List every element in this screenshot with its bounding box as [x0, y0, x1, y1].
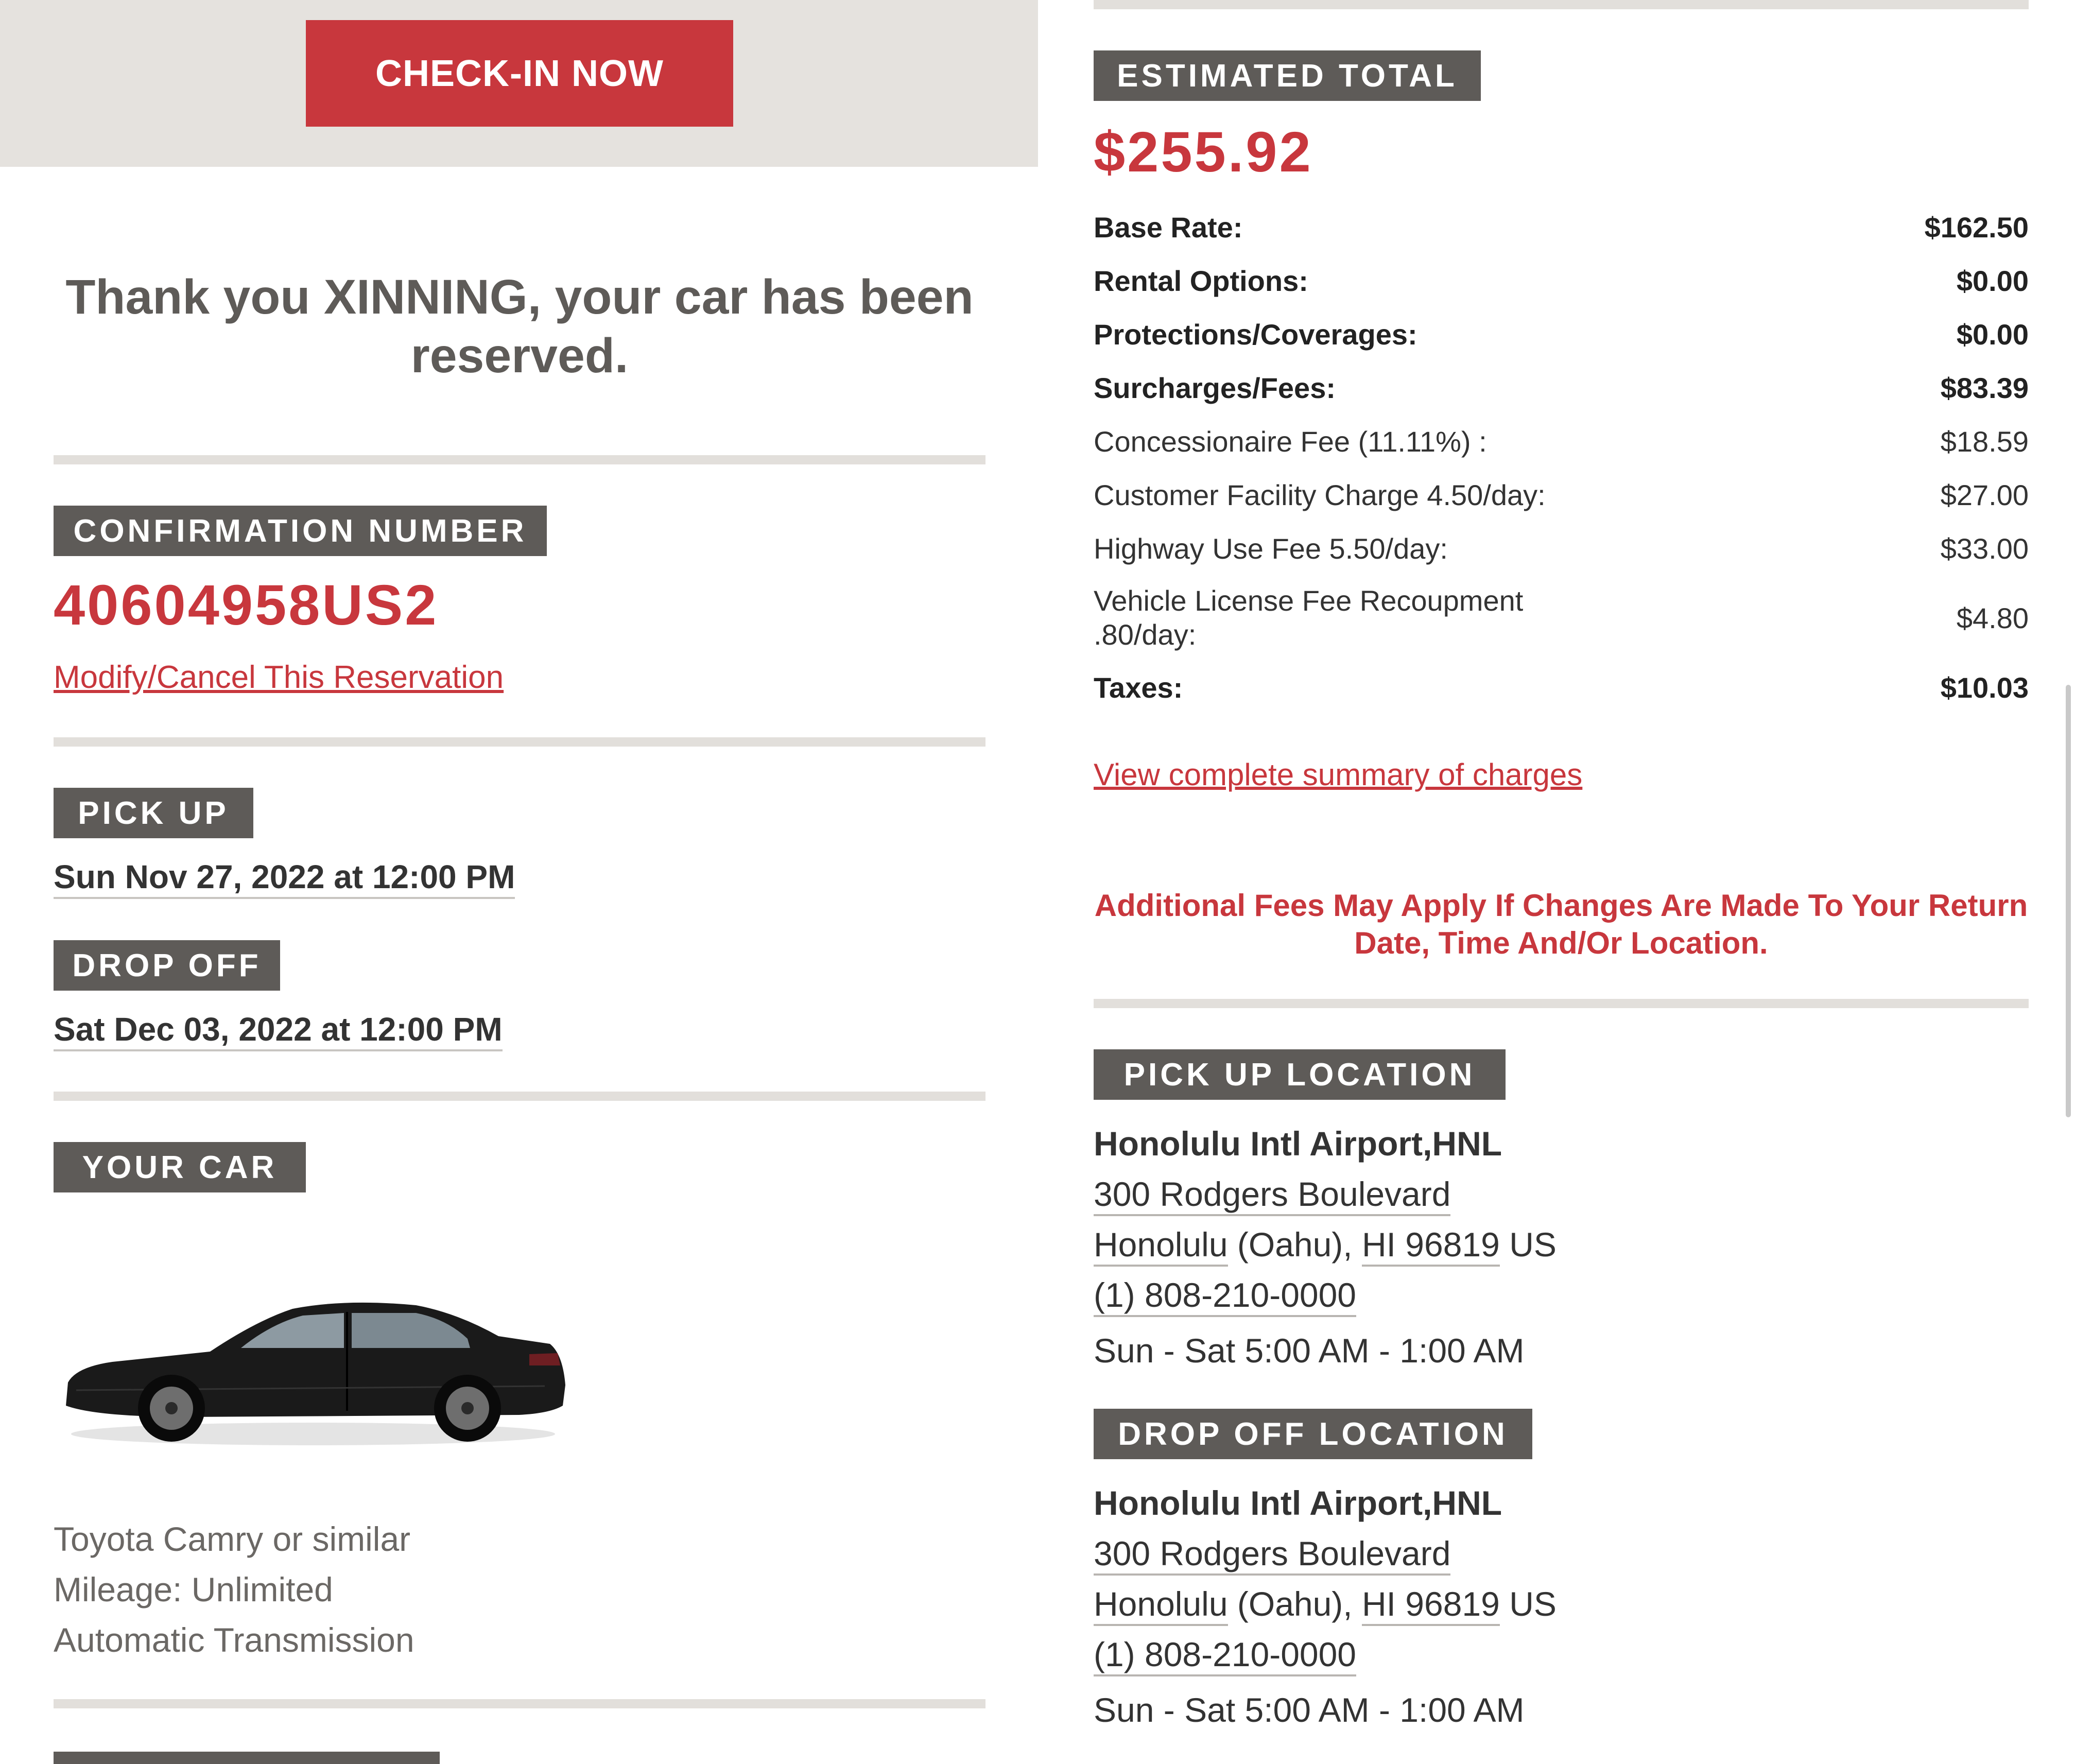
- drop-off-label: DROP OFF: [54, 940, 280, 991]
- charge-row-taxes: Taxes: $10.03: [1094, 669, 2029, 705]
- your-car-label: YOUR CAR: [54, 1142, 306, 1192]
- charge-amount: $4.80: [1956, 601, 2029, 634]
- charge-row-highway-use-fee: Highway Use Fee 5.50/day: $33.00: [1094, 530, 2029, 566]
- additional-fees-notice: Additional Fees May Apply If Changes Are…: [1094, 888, 2028, 960]
- charge-amount: $10.03: [1940, 671, 2029, 704]
- drop-off-location-name: Honolulu Intl Airport,HNL: [1094, 1484, 1502, 1522]
- drop-off-hours: Sun - Sat 5:00 AM - 1:00 AM: [1094, 1691, 1525, 1729]
- drop-off-area: (Oahu),: [1237, 1585, 1353, 1623]
- pick-up-hours: Sun - Sat 5:00 AM - 1:00 AM: [1094, 1331, 1525, 1370]
- charge-label: Surcharges/Fees:: [1094, 371, 1336, 404]
- car-details: Toyota Camry or similar Mileage: Unlimit…: [54, 1514, 414, 1665]
- pick-up-state-zip-link[interactable]: HI 96819: [1361, 1225, 1500, 1267]
- pick-up-street-link[interactable]: 300 Rodgers Boulevard: [1094, 1175, 1451, 1216]
- charge-amount: $0.00: [1956, 264, 2029, 297]
- checkin-now-button[interactable]: CHECK-IN NOW: [306, 20, 733, 127]
- charge-label: Base Rate:: [1094, 211, 1243, 244]
- divider: [1094, 0, 2029, 9]
- confirmation-number-label: CONFIRMATION NUMBER: [54, 506, 547, 556]
- next-section-label: [54, 1752, 440, 1764]
- charge-label: Taxes:: [1094, 671, 1183, 704]
- divider: [54, 737, 985, 747]
- thank-you-message: Thank you XINNING, your car has been res…: [65, 270, 974, 383]
- charge-row-vehicle-license-fee: Vehicle License Fee Recoupment .80/day: …: [1094, 583, 2029, 653]
- drop-off-city-link[interactable]: Honolulu: [1094, 1585, 1228, 1626]
- modify-cancel-reservation-link[interactable]: Modify/Cancel This Reservation: [54, 659, 504, 696]
- drop-off-phone-link[interactable]: (1) 808-210-0000: [1094, 1635, 1357, 1676]
- drop-off-location-details: Honolulu Intl Airport,HNL 300 Rodgers Bo…: [1094, 1478, 1557, 1735]
- drop-off-country: US: [1509, 1585, 1557, 1623]
- view-summary-of-charges-link[interactable]: View complete summary of charges: [1094, 757, 1582, 792]
- charge-row-base-rate: Base Rate: $162.50: [1094, 209, 2029, 245]
- estimated-total-label: ESTIMATED TOTAL: [1094, 50, 1481, 101]
- pick-up-area: (Oahu),: [1237, 1225, 1353, 1264]
- car-model: Toyota Camry or similar: [54, 1520, 411, 1558]
- pick-up-city-link[interactable]: Honolulu: [1094, 1225, 1228, 1267]
- charge-label: Customer Facility Charge 4.50/day:: [1094, 478, 1546, 511]
- charge-label: Concessionaire Fee (11.11%) :: [1094, 425, 1487, 458]
- drop-off-location-label: DROP OFF LOCATION: [1094, 1409, 1532, 1459]
- pick-up-location-name: Honolulu Intl Airport,HNL: [1094, 1125, 1502, 1163]
- pick-up-label: PICK UP: [54, 788, 253, 838]
- pick-up-location-label: PICK UP LOCATION: [1094, 1049, 1506, 1100]
- divider: [1094, 999, 2029, 1008]
- divider: [54, 455, 985, 464]
- confirmation-number: 40604958US2: [54, 574, 439, 637]
- estimated-total-amount: $255.92: [1094, 120, 1313, 184]
- charge-row-surcharges: Surcharges/Fees: $83.39: [1094, 370, 2029, 406]
- drop-off-street-link[interactable]: 300 Rodgers Boulevard: [1094, 1534, 1451, 1576]
- charge-label: Vehicle License Fee Recoupment .80/day:: [1094, 584, 1524, 651]
- pick-up-datetime[interactable]: Sun Nov 27, 2022 at 12:00 PM: [54, 858, 515, 899]
- charge-amount: $33.00: [1940, 532, 2029, 565]
- charge-label: Protections/Coverages:: [1094, 318, 1417, 351]
- charge-row-facility-charge: Customer Facility Charge 4.50/day: $27.0…: [1094, 477, 2029, 513]
- drop-off-datetime[interactable]: Sat Dec 03, 2022 at 12:00 PM: [54, 1010, 503, 1051]
- charge-label: Highway Use Fee 5.50/day:: [1094, 532, 1448, 565]
- car-transmission: Automatic Transmission: [54, 1621, 414, 1659]
- scrollbar[interactable]: [2066, 685, 2071, 1117]
- charge-amount: $27.00: [1940, 478, 2029, 511]
- pick-up-phone-link[interactable]: (1) 808-210-0000: [1094, 1276, 1357, 1317]
- charge-amount: $18.59: [1940, 425, 2029, 458]
- charge-row-rental-options: Rental Options: $0.00: [1094, 263, 2029, 299]
- divider: [54, 1092, 985, 1101]
- drop-off-state-zip-link[interactable]: HI 96819: [1361, 1585, 1500, 1626]
- charge-label: Rental Options:: [1094, 264, 1308, 297]
- divider: [54, 1699, 985, 1708]
- pick-up-country: US: [1509, 1225, 1557, 1264]
- charge-row-protections: Protections/Coverages: $0.00: [1094, 316, 2029, 352]
- car-mileage: Mileage: Unlimited: [54, 1570, 333, 1609]
- pick-up-location-details: Honolulu Intl Airport,HNL 300 Rodgers Bo…: [1094, 1118, 1557, 1376]
- charge-amount: $0.00: [1956, 318, 2029, 351]
- charge-row-concessionaire-fee: Concessionaire Fee (11.11%) : $18.59: [1094, 423, 2029, 459]
- charge-amount: $83.39: [1940, 371, 2029, 404]
- car-image: [56, 1251, 570, 1457]
- charge-amount: $162.50: [1924, 211, 2029, 244]
